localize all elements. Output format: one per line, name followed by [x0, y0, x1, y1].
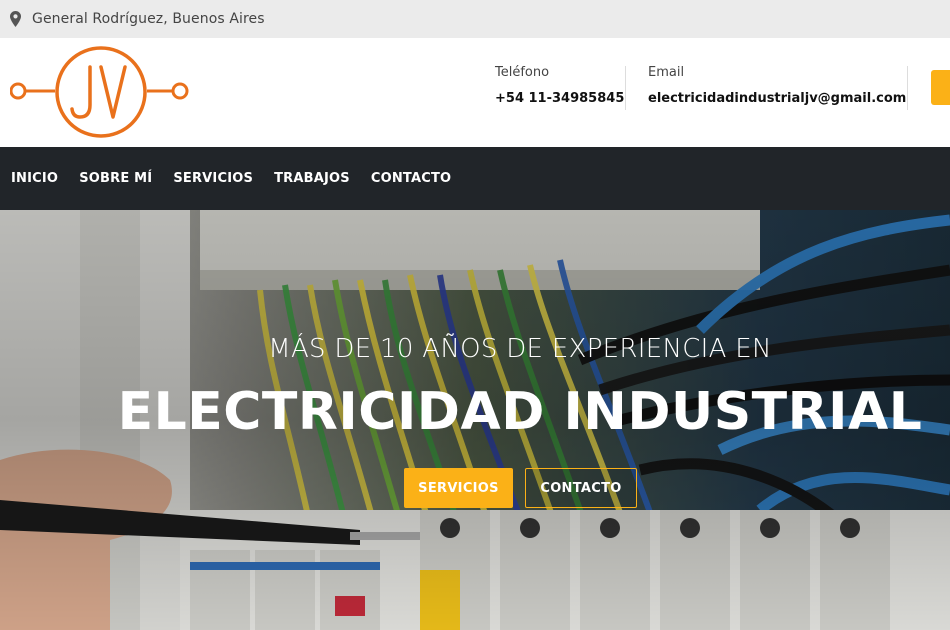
nav-item-contacto[interactable]: CONTACTO — [371, 171, 451, 186]
contacto-button[interactable]: CONTACTO — [525, 468, 637, 508]
hero-section: MÁS DE 10 AÑOS DE EXPERIENCIA EN ELECTRI… — [0, 210, 950, 630]
divider — [907, 66, 908, 110]
header-cta-button[interactable] — [931, 70, 950, 105]
hero-title: ELECTRICIDAD INDUSTRIAL — [117, 382, 923, 442]
phone-block: Teléfono +54 11-34985845 — [495, 65, 624, 106]
phone-label: Teléfono — [495, 65, 550, 80]
top-bar: General Rodríguez, Buenos Aires — [0, 0, 950, 38]
email-label: Email — [648, 65, 685, 80]
divider — [625, 66, 626, 110]
servicios-button[interactable]: SERVICIOS — [404, 468, 513, 508]
phone-value[interactable]: +54 11-34985845 — [495, 91, 624, 106]
jv-logo[interactable] — [10, 45, 192, 141]
nav-item-sobre-mi[interactable]: SOBRE MÍ — [79, 171, 152, 186]
hero-subtitle: MÁS DE 10 AÑOS DE EXPERIENCIA EN — [268, 334, 772, 364]
map-pin-icon — [10, 11, 21, 27]
nav-item-trabajos[interactable]: TRABAJOS — [274, 171, 350, 186]
main-nav: INICIO SOBRE MÍ SERVICIOS TRABAJOS CONTA… — [0, 147, 950, 210]
nav-item-inicio[interactable]: INICIO — [11, 171, 58, 186]
email-block: Email electricidadindustrialjv@gmail.com — [648, 65, 906, 106]
site-header: Teléfono +54 11-34985845 Email electrici… — [0, 38, 950, 147]
location-text: General Rodríguez, Buenos Aires — [32, 11, 265, 27]
nav-item-servicios[interactable]: SERVICIOS — [173, 171, 253, 186]
email-value[interactable]: electricidadindustrialjv@gmail.com — [648, 91, 906, 106]
